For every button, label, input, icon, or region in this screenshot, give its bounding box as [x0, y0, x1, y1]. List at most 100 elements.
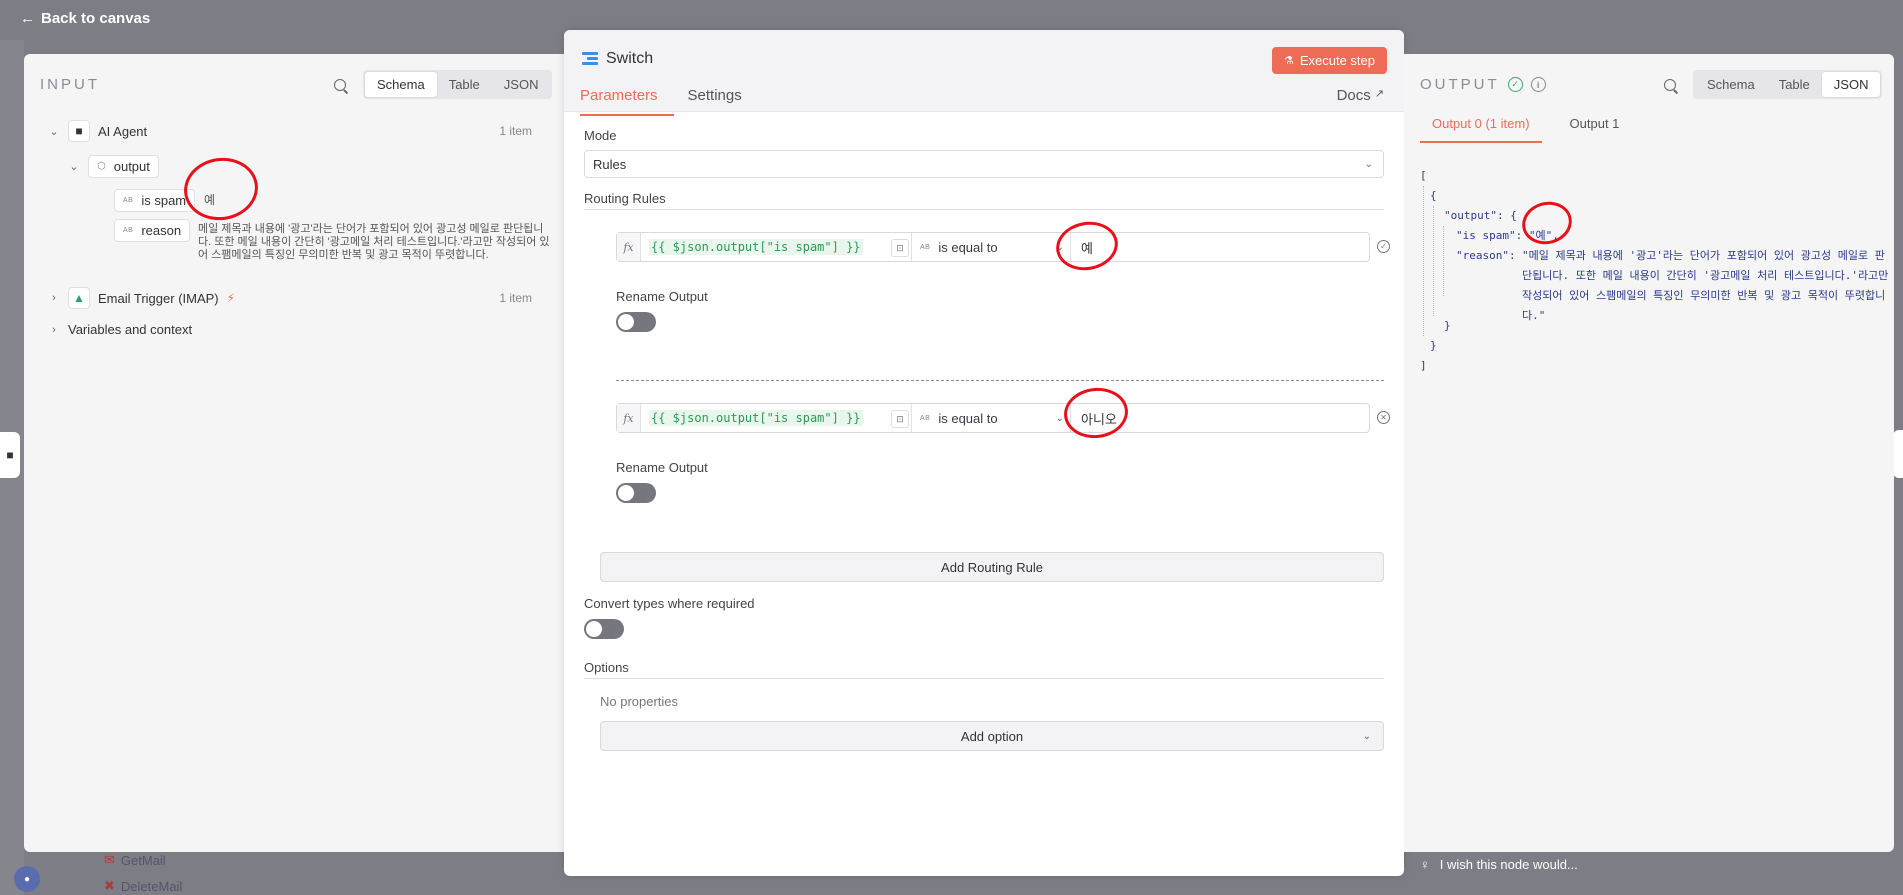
output-view-tabs: Schema Table JSON — [1693, 70, 1883, 99]
field-is-spam[interactable]: AB is spam — [114, 189, 196, 212]
canvas-node-list: ✉ GetMail ✖ DeleteMail — [24, 852, 294, 895]
json-line: [ — [1420, 169, 1427, 182]
arrow-left-icon: ← — [20, 10, 35, 27]
rule-value-input[interactable]: 예 — [1071, 233, 1369, 261]
search-icon[interactable] — [333, 78, 349, 94]
json-value: "메일 제목과 내용에 '광고'라는 단어가 포함되어 있어 광고성 메일로 판… — [1522, 249, 1889, 322]
output-tab-json[interactable]: JSON — [1821, 72, 1881, 97]
field-reason[interactable]: AB reason — [114, 219, 191, 242]
feedback-prompt[interactable]: ♀ I wish this node would... — [1420, 857, 1578, 872]
routing-rules-label: Routing Rules — [584, 191, 666, 206]
cube-icon: ⬡ — [97, 161, 106, 172]
trigger-bolt-icon: ⚡ — [226, 291, 236, 305]
mapping-icon[interactable]: ⊡ — [891, 239, 909, 257]
chevron-down-icon[interactable]: ⌄ — [68, 160, 80, 173]
indent-guide — [1443, 226, 1444, 296]
execute-step-button[interactable]: ⚗ Execute step — [1271, 47, 1387, 74]
rule-expression-input[interactable]: {{ $json.output["is spam"] }} ⊡ — [641, 233, 911, 261]
robot-icon: ■ — [68, 120, 90, 142]
string-type-icon: AB — [920, 243, 931, 251]
no-properties-text: No properties — [600, 694, 679, 709]
divider — [584, 209, 1384, 210]
node-title: Switch — [582, 50, 653, 68]
json-line: { — [1430, 189, 1437, 202]
add-routing-rule-button[interactable]: Add Routing Rule — [600, 552, 1384, 582]
tab-settings[interactable]: Settings — [688, 87, 742, 116]
canvas-node-handle-right[interactable] — [1893, 430, 1903, 478]
json-key: "reason": — [1456, 249, 1516, 262]
tree-node-variables[interactable]: › Variables and context — [48, 322, 192, 337]
rule-operator-select[interactable]: AB is equal to ⌄ — [911, 233, 1071, 261]
tree-node-email-trigger[interactable]: › ▲ Email Trigger (IMAP) ⚡ 1 item — [48, 287, 548, 309]
chevron-right-icon[interactable]: › — [48, 324, 60, 336]
json-line: ] — [1420, 359, 1427, 372]
chevron-down-icon: ⌄ — [1364, 158, 1373, 170]
info-icon[interactable]: i — [1530, 77, 1546, 92]
node-tabs: Parameters Settings — [580, 87, 742, 116]
rule-separator — [616, 380, 1384, 381]
output-branch-1[interactable]: Output 1 — [1558, 116, 1632, 143]
output-title: OUTPUT ✓ i — [1420, 76, 1546, 93]
mode-label: Mode — [584, 128, 617, 143]
json-line: } — [1444, 319, 1451, 332]
output-tab-schema[interactable]: Schema — [1695, 72, 1767, 97]
node-header: Switch ⚗ Execute step Parameters Setting… — [564, 30, 1404, 116]
string-type-icon: AB — [920, 414, 931, 422]
back-to-canvas-link[interactable]: ← Back to canvas — [20, 10, 150, 27]
trash-icon: ✖ — [104, 878, 115, 893]
convert-types-label: Convert types where required — [584, 596, 755, 611]
switch-icon — [582, 52, 598, 66]
routing-rule-1: fx {{ $json.output["is spam"] }} ⊡ AB is… — [616, 232, 1370, 262]
output-branch-tabs: Output 0 (1 item) Output 1 — [1420, 116, 1631, 143]
input-tab-schema[interactable]: Schema — [365, 72, 437, 97]
chevron-right-icon[interactable]: › — [48, 292, 60, 304]
robot-icon: ■ — [6, 448, 14, 462]
tree-node-output[interactable]: ⌄ ⬡ output — [68, 155, 159, 178]
input-tab-table[interactable]: Table — [437, 72, 492, 97]
string-type-icon: AB — [123, 227, 134, 234]
input-panel: INPUT Schema Table JSON ⌄ ■ AI Agent 1 i… — [24, 54, 564, 852]
external-link-icon: ↗ — [1374, 88, 1384, 100]
convert-types-toggle[interactable] — [584, 619, 624, 639]
output-tab-table[interactable]: Table — [1767, 72, 1822, 97]
remove-rule-icon[interactable]: ✓ — [1377, 240, 1390, 253]
rule-expression-input[interactable]: {{ $json.output["is spam"] }} ⊡ — [641, 404, 911, 432]
chevron-down-icon: ⌄ — [1055, 241, 1064, 253]
object-pill: ⬡ output — [88, 155, 159, 178]
fx-icon: fx — [617, 404, 641, 432]
field-pill[interactable]: AB is spam — [114, 189, 196, 212]
mapping-icon[interactable]: ⊡ — [891, 410, 909, 428]
options-label: Options — [584, 660, 629, 675]
item-count: 1 item — [499, 291, 532, 305]
user-avatar[interactable]: ● — [14, 866, 40, 892]
field-value: 예 — [204, 193, 216, 207]
divider — [584, 678, 1384, 679]
item-count: 1 item — [499, 124, 532, 138]
canvas-node-deletemail[interactable]: ✖ DeleteMail — [104, 878, 182, 894]
rule-value-input[interactable]: 아니오 — [1071, 404, 1369, 432]
canvas-node-getmail[interactable]: ✉ GetMail — [104, 852, 166, 868]
mode-select[interactable]: Rules ⌄ — [584, 150, 1384, 178]
json-line: "output": { — [1444, 209, 1517, 222]
field-pill[interactable]: AB reason — [114, 219, 191, 242]
rename-output-toggle[interactable] — [616, 312, 656, 332]
input-title: INPUT — [40, 76, 100, 93]
flask-icon: ⚗ — [1283, 55, 1294, 67]
docs-link[interactable]: Docs ↗ — [1337, 87, 1384, 104]
canvas-node-handle[interactable]: ■ — [0, 432, 20, 478]
output-branch-0[interactable]: Output 0 (1 item) — [1420, 116, 1542, 143]
tree-node-ai-agent[interactable]: ⌄ ■ AI Agent 1 item — [48, 120, 548, 142]
remove-rule-icon[interactable]: ✕ — [1377, 411, 1390, 424]
rename-output-label: Rename Output — [616, 289, 708, 304]
lightbulb-icon: ♀ — [1420, 857, 1430, 872]
search-icon[interactable] — [1663, 78, 1679, 94]
input-tab-json[interactable]: JSON — [492, 72, 551, 97]
add-option-select[interactable]: Add option ⌄ — [600, 721, 1384, 751]
rename-output-toggle[interactable] — [616, 483, 656, 503]
mailbox-icon: ▲ — [68, 287, 90, 309]
mail-icon: ✉ — [104, 852, 115, 867]
json-line: "is spam": "예", — [1456, 229, 1559, 242]
chevron-down-icon[interactable]: ⌄ — [48, 125, 60, 138]
tab-parameters[interactable]: Parameters — [580, 87, 674, 116]
rule-operator-select[interactable]: AB is equal to ⌄ — [911, 404, 1071, 432]
